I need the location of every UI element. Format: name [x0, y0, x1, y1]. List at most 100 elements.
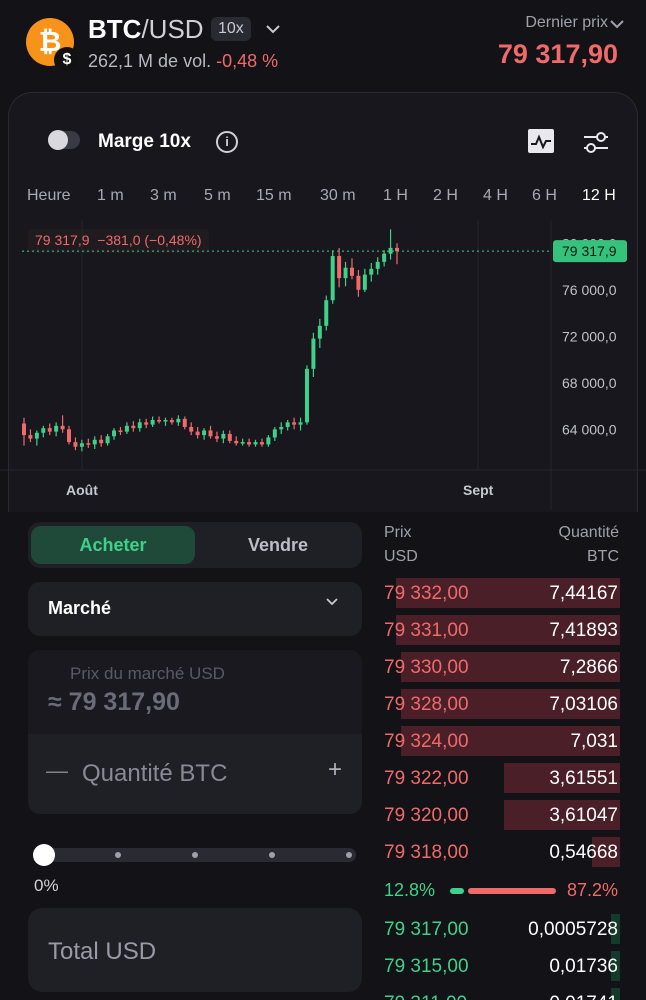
- sell-tab[interactable]: Vendre: [196, 526, 360, 564]
- candle-body: [311, 338, 316, 369]
- candle-body: [388, 247, 393, 254]
- buy-ratio-bar: [450, 888, 464, 894]
- total-field[interactable]: Total USD: [28, 908, 362, 992]
- orderbook-quantity: 7,2866: [559, 657, 618, 678]
- candle-body: [79, 443, 84, 447]
- orderbook-row[interactable]: 79 331,00 7,41893: [384, 613, 620, 647]
- orderbook-row[interactable]: 79 330,00 7,2866: [384, 650, 620, 684]
- pair-selector[interactable]: BTC/USD: [88, 14, 204, 45]
- orderbook-price: 79 322,00: [384, 768, 469, 789]
- candle-body: [369, 268, 374, 275]
- candle-body: [279, 426, 284, 430]
- order-type-select[interactable]: Marché: [28, 582, 362, 636]
- timeframe-tab[interactable]: 4 H: [483, 187, 508, 205]
- orderbook-row[interactable]: 79 320,00 3,61047: [384, 798, 620, 832]
- orderbook-row[interactable]: 79 311,00 0,01741: [384, 986, 620, 1000]
- timeframe-tab[interactable]: 3 m: [150, 187, 177, 205]
- candle-body: [214, 436, 219, 439]
- orderbook-quantity: 7,41893: [549, 620, 618, 641]
- candle-body: [137, 422, 142, 429]
- candle-body: [157, 420, 162, 422]
- candle-body: [105, 436, 110, 444]
- info-icon[interactable]: i: [216, 131, 238, 153]
- amount-slider-track[interactable]: [38, 848, 356, 862]
- x-axis-label-sept: Sept: [463, 482, 494, 498]
- orderbook-price: 79 332,00: [384, 583, 469, 604]
- orderbook-quantity: 0,0005728: [528, 919, 618, 940]
- y-axis-tick-label: 76 000,0: [562, 282, 617, 298]
- leverage-badge[interactable]: 10x: [211, 17, 251, 41]
- candle-body: [92, 439, 97, 445]
- timeframe-tab[interactable]: 1 m: [97, 187, 124, 205]
- orderbook-price: 79 328,00: [384, 694, 469, 715]
- chart-type-icon[interactable]: [527, 128, 555, 154]
- price-chart[interactable]: 64 000,068 000,072 000,076 000,080 000,0…: [0, 220, 646, 510]
- timeframe-tab[interactable]: 1 H: [383, 187, 408, 205]
- quantity-stepper: — Quantité BTC +: [28, 734, 362, 814]
- settings-sliders-icon[interactable]: [582, 128, 610, 156]
- total-placeholder: Total USD: [48, 938, 157, 965]
- y-axis-tick-label: 64 000,0: [562, 421, 617, 437]
- buy-ratio: 12.8%: [384, 880, 436, 900]
- orderbook-row[interactable]: 79 322,00 3,61551: [384, 761, 620, 795]
- candle-body: [272, 429, 277, 438]
- amount-slider-handle[interactable]: [33, 844, 55, 866]
- volume-info: 262,1 M de vol. -0,48 %: [88, 51, 278, 72]
- orderbook-row[interactable]: 79 318,00 0,54668: [384, 835, 620, 869]
- candle-body: [266, 437, 271, 445]
- candle-body: [195, 431, 200, 436]
- decrement-button[interactable]: —: [46, 758, 68, 784]
- last-price-label[interactable]: Dernier prix: [525, 14, 608, 32]
- chevron-down-icon: [326, 598, 338, 606]
- candle-body: [356, 275, 361, 290]
- timeframe-tab[interactable]: 15 m: [256, 187, 292, 205]
- y-axis-tick-label: 72 000,0: [562, 328, 617, 344]
- orderbook-row[interactable]: 79 317,00 0,0005728: [384, 912, 620, 946]
- margin-toggle-knob: [48, 130, 68, 150]
- candle-body: [337, 256, 342, 279]
- quantity-input[interactable]: Quantité BTC: [82, 760, 227, 788]
- candle-body: [208, 430, 213, 437]
- margin-toggle[interactable]: [48, 130, 80, 150]
- orderbook-price-unit: USD: [384, 548, 418, 565]
- dollar-badge-icon: $: [54, 47, 80, 73]
- orderbook-row[interactable]: 79 328,00 7,03106: [384, 687, 620, 721]
- market-price-field: Prix du marché USD ≈ 79 317,90: [28, 650, 362, 734]
- orderbook-price: 79 324,00: [384, 731, 469, 752]
- candle-body: [259, 442, 264, 445]
- timeframe-tab[interactable]: 12 H: [582, 187, 616, 205]
- slider-step-100[interactable]: [346, 852, 352, 858]
- increment-button[interactable]: +: [328, 756, 342, 784]
- orderbook-row[interactable]: 79 332,00 7,44167: [384, 576, 620, 610]
- candle-body: [112, 430, 117, 437]
- order-type-value: Marché: [48, 598, 112, 618]
- orderbook-price-header: Prix: [384, 524, 412, 541]
- candle-body: [131, 425, 136, 429]
- candle-body: [124, 425, 129, 432]
- slider-step-25[interactable]: [115, 852, 121, 858]
- y-axis-tick-label: 68 000,0: [562, 375, 617, 391]
- timeframe-tab[interactable]: Heure: [27, 187, 71, 205]
- slider-step-50[interactable]: [192, 852, 198, 858]
- buy-tab[interactable]: Acheter: [31, 526, 195, 564]
- orderbook-quantity: 0,01741: [549, 993, 618, 1000]
- orderbook-row[interactable]: 79 324,00 7,031: [384, 724, 620, 758]
- last-price-chevron-down-icon[interactable]: [610, 19, 624, 29]
- timeframe-tab[interactable]: 2 H: [433, 187, 458, 205]
- candle-body: [28, 435, 33, 439]
- volume-text: 262,1 M de vol.: [88, 51, 212, 71]
- x-axis-label-aout: Août: [66, 482, 98, 498]
- timeframe-tab[interactable]: 6 H: [532, 187, 557, 205]
- pair-base: BTC: [88, 14, 142, 44]
- orderbook-row[interactable]: 79 315,00 0,01736: [384, 949, 620, 983]
- slider-step-75[interactable]: [269, 852, 275, 858]
- orderbook-price: 79 311,00: [384, 993, 467, 1000]
- pair-chevron-down-icon[interactable]: [266, 24, 280, 34]
- candle-body: [285, 422, 290, 427]
- candle-body: [317, 325, 322, 339]
- orderbook-quantity: 0,54668: [549, 842, 618, 863]
- candle-body: [176, 418, 181, 423]
- timeframe-tab[interactable]: 5 m: [204, 187, 231, 205]
- candle-body: [227, 433, 232, 441]
- timeframe-tab[interactable]: 30 m: [320, 187, 356, 205]
